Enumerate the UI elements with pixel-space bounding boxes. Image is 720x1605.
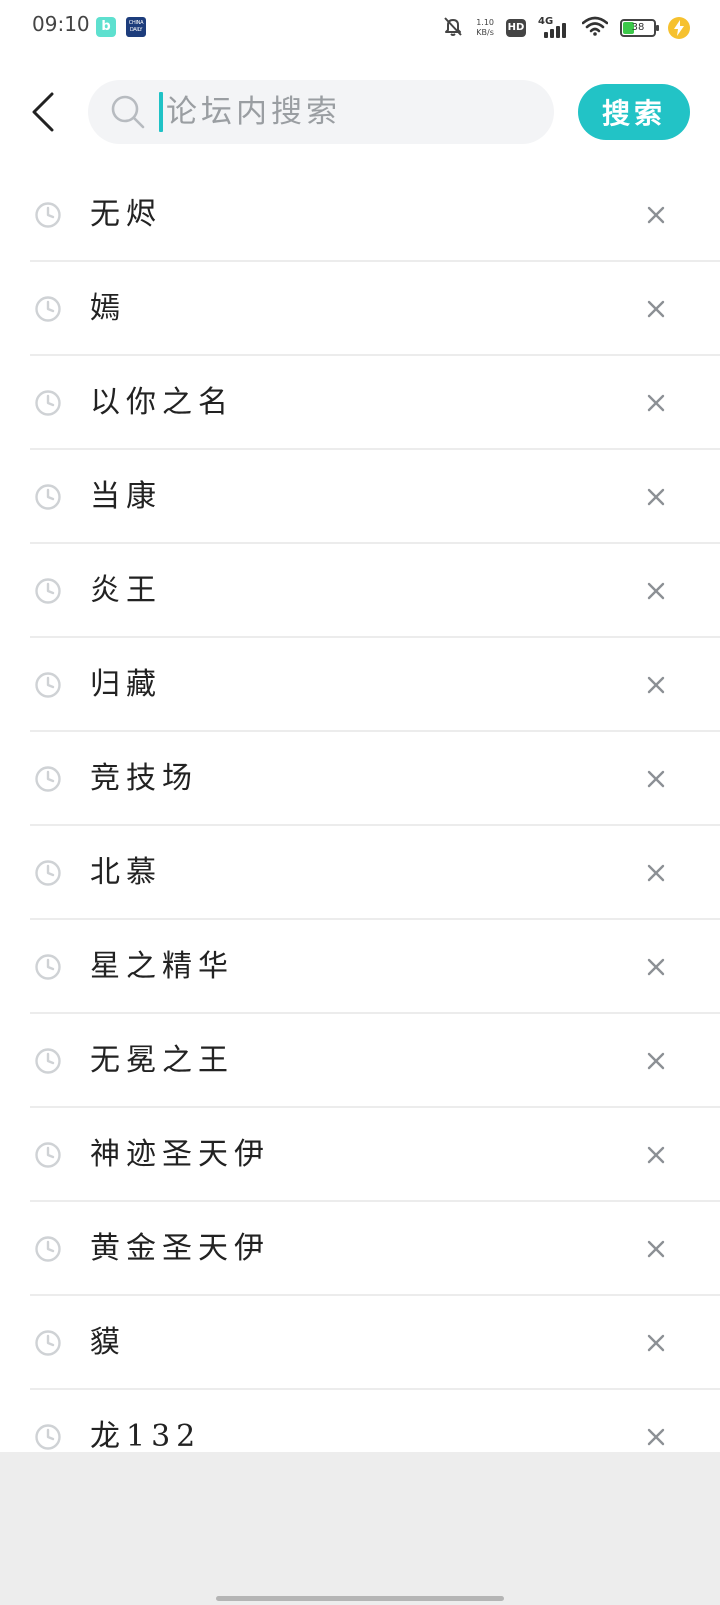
net-speed: 1.10 KB/s [476, 18, 494, 38]
history-item-label: 星之精华 [90, 949, 234, 984]
clock-icon [34, 1235, 62, 1263]
status-bar: 09:10 b CHINA DAILY 1.10 KB/s HD 4G 38 [0, 0, 720, 56]
history-item[interactable]: 北慕 [30, 826, 720, 920]
close-icon[interactable] [642, 1047, 670, 1075]
clock-icon [34, 577, 62, 605]
close-icon[interactable] [642, 201, 670, 229]
close-icon[interactable] [642, 1141, 670, 1169]
search-button[interactable]: 搜索 [578, 84, 690, 140]
clock-icon [34, 1329, 62, 1357]
clock-icon [34, 483, 62, 511]
history-item[interactable]: 当康 [30, 450, 720, 544]
clock-icon [34, 1047, 62, 1075]
close-icon[interactable] [642, 1329, 670, 1357]
search-box[interactable] [88, 80, 554, 144]
close-icon[interactable] [642, 483, 670, 511]
clock-icon [34, 953, 62, 981]
status-indicators: 1.10 KB/s HD 4G 38 [442, 14, 690, 42]
close-icon[interactable] [642, 295, 670, 323]
hd-badge: HD [506, 19, 526, 37]
close-icon[interactable] [642, 671, 670, 699]
search-header: 搜索 [0, 72, 720, 152]
history-item-label: 嫣 [90, 291, 126, 326]
history-item[interactable]: 归藏 [30, 638, 720, 732]
history-item[interactable]: 无冕之王 [30, 1014, 720, 1108]
history-item-label: 无烬 [90, 197, 162, 232]
china-daily-icon: CHINA DAILY [126, 17, 146, 37]
history-item-label: 炎王 [90, 573, 162, 608]
mute-bell-icon [442, 15, 464, 41]
history-item[interactable]: 龙132 [30, 1390, 720, 1452]
clock-icon [34, 295, 62, 323]
clock-icon [34, 1423, 62, 1451]
history-item[interactable]: 黄金圣天伊 [30, 1202, 720, 1296]
chevron-left-icon [32, 92, 54, 132]
history-item-label: 竞技场 [90, 761, 198, 796]
clock-icon [34, 1141, 62, 1169]
net-speed-value: 1.10 [476, 18, 494, 27]
history-item-label: 貘 [90, 1325, 126, 1360]
history-item[interactable]: 竞技场 [30, 732, 720, 826]
history-item-label: 神迹圣天伊 [90, 1137, 270, 1172]
clock-icon [34, 859, 62, 887]
history-item[interactable]: 嫣 [30, 262, 720, 356]
history-item-label: 黄金圣天伊 [90, 1231, 270, 1266]
close-icon[interactable] [642, 1235, 670, 1263]
close-icon[interactable] [642, 859, 670, 887]
search-history-list: 无烬嫣以你之名当康炎王归藏竞技场北慕星之精华无冕之王神迹圣天伊黄金圣天伊貘龙13… [0, 168, 720, 1452]
clock-icon [34, 765, 62, 793]
close-icon[interactable] [642, 1423, 670, 1451]
close-icon[interactable] [642, 577, 670, 605]
close-icon[interactable] [642, 389, 670, 417]
notification-app-icon: b [96, 17, 116, 37]
history-item[interactable]: 无烬 [30, 168, 720, 262]
history-item-label: 归藏 [90, 667, 162, 702]
history-item-label: 北慕 [90, 855, 162, 890]
search-icon [110, 94, 146, 130]
net-speed-unit: KB/s [476, 28, 494, 37]
close-icon[interactable] [642, 953, 670, 981]
signal-icon: 4G [538, 16, 570, 40]
history-item[interactable]: 神迹圣天伊 [30, 1108, 720, 1202]
home-indicator[interactable] [216, 1596, 504, 1601]
history-item-label: 以你之名 [90, 385, 234, 420]
close-icon[interactable] [642, 765, 670, 793]
back-button[interactable] [26, 88, 66, 136]
battery-icon: 38 [620, 19, 659, 37]
history-item[interactable]: 炎王 [30, 544, 720, 638]
text-cursor [159, 92, 163, 132]
history-item-label: 无冕之王 [90, 1043, 234, 1078]
charging-icon [668, 17, 690, 39]
history-item[interactable]: 貘 [30, 1296, 720, 1390]
clock-icon [34, 201, 62, 229]
history-item[interactable]: 以你之名 [30, 356, 720, 450]
clock-icon [34, 671, 62, 699]
battery-level: 38 [631, 22, 645, 33]
status-time: 09:10 [32, 12, 90, 36]
clock-icon [34, 389, 62, 417]
wifi-icon [581, 16, 609, 40]
search-input[interactable] [166, 80, 536, 144]
history-item-label: 当康 [90, 479, 162, 514]
empty-area [0, 1452, 720, 1605]
history-item-label: 龙132 [90, 1419, 202, 1452]
history-item[interactable]: 星之精华 [30, 920, 720, 1014]
